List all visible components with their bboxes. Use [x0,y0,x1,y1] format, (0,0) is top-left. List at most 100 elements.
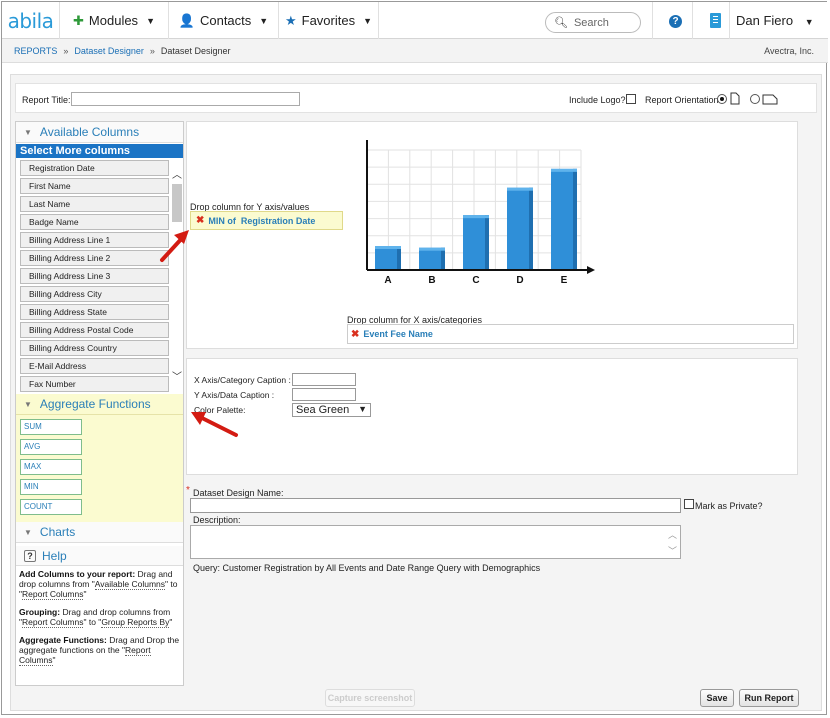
breadcrumb-current: Dataset Designer [160,45,231,56]
puzzle-icon: ✚ [73,12,84,28]
chevron-down-icon: ▼ [146,15,155,26]
person-icon: 👤 [178,12,195,28]
aggregate-functions-area: ▼ Aggregate Functions SUM AVG MAX MIN CO… [16,394,183,522]
column-item[interactable]: Billing Address Country [20,340,169,356]
orientation-label: Report Orientation: [645,95,722,105]
scroll-down-arrow-icon[interactable]: ﹀ [668,544,677,557]
breadcrumb-separator: » [63,45,69,56]
aggregate-avg[interactable]: AVG [20,439,82,455]
portrait-page-icon [730,92,740,105]
help-icon[interactable]: ? [669,15,682,28]
column-item[interactable]: First Name [20,178,169,194]
portrait-radio[interactable] [717,94,727,104]
scrollbar-thumb[interactable] [172,184,182,222]
columns-scrollbar[interactable]: ︿ ﹀ [171,158,183,394]
y-axis-drop-zone[interactable]: ✖ MIN of Registration Date [190,211,343,230]
chevron-down-icon: ▼ [804,17,814,27]
breadcrumb-reports[interactable]: REPORTS [14,46,57,56]
run-report-button[interactable]: Run Report [739,689,799,707]
chart-bar-shade [529,187,533,270]
search-input[interactable]: 🔍︎ Search [545,12,641,33]
y-axis-caption-input[interactable] [292,388,356,401]
chevron-down-icon: ▼ [363,15,373,26]
aggregate-functions-header[interactable]: ▼ Aggregate Functions [16,394,183,415]
capture-screenshot-button[interactable]: Capture screenshot [325,689,415,707]
available-columns-list: Registration Date First Name Last Name B… [16,158,183,394]
help-header[interactable]: ? Help [16,546,183,566]
help-bold: Add Columns to your report: [19,569,136,579]
annotation-arrow-icon [160,230,189,262]
chart-preview: A B C D E [366,140,595,286]
aggregate-sum[interactable]: SUM [20,419,82,435]
y-axis-column: Registration Date [240,215,316,226]
help-link: Available Columns [94,579,166,590]
chart-bar-shade [441,247,445,270]
query-description: Query: Customer Registration by All Even… [193,563,541,573]
required-marker: * [186,485,190,496]
chart-bar-shade [573,168,577,270]
dataset-name-input[interactable] [190,498,681,513]
x-axis-caption-input[interactable] [292,373,356,386]
mark-private-label: Mark as Private? [695,501,763,511]
report-title-bar: Report Title: Include Logo? Report Orien… [15,83,817,113]
user-name: Dan Fiero [736,13,794,28]
landscape-page-icon [762,94,778,105]
x-axis-column: Event Fee Name [363,329,433,339]
scroll-up-arrow-icon[interactable]: ︿ [668,528,677,541]
remove-icon[interactable]: ✖ [351,329,359,340]
left-panel: ▼ Available Columns Select More columns … [15,121,184,686]
nav-divider [652,2,653,39]
column-item[interactable]: Billing Address Line 1 [20,232,169,248]
remove-icon[interactable]: ✖ [196,215,204,226]
x-tick-label: D [516,275,523,286]
save-button[interactable]: Save [700,689,734,707]
help-text: " [169,617,173,627]
include-logo-checkbox[interactable] [626,94,636,104]
charts-header[interactable]: ▼ Charts [16,522,183,543]
column-item[interactable]: Registration Date [20,160,169,176]
top-nav: abila ✚ Modules ▼ 👤 Contacts ▼ ★ Favorit… [2,2,828,39]
star-icon: ★ [284,12,297,28]
aggregate-min[interactable]: MIN [20,479,82,495]
column-item[interactable]: Billing Address Postal Code [20,322,169,338]
abila-logo[interactable]: abila [2,2,60,39]
mark-private-checkbox[interactable] [684,499,694,509]
breadcrumb: REPORTS » Dataset Designer » Dataset Des… [2,39,828,63]
scroll-up-arrow-icon[interactable]: ︿ [172,166,182,181]
select-more-columns-link[interactable]: Select More columns [16,144,183,158]
aggregate-count[interactable]: COUNT [20,499,82,515]
favorites-menu[interactable]: ★ Favorites ▼ [279,2,379,39]
scroll-down-arrow-icon[interactable]: ﹀ [172,368,182,383]
chart-bar-top [463,215,489,219]
help-bold: Aggregate Functions: [19,635,107,645]
x-axis-drop-zone[interactable]: ✖ Event Fee Name [347,324,794,344]
favorites-label: Favorites [301,13,356,28]
charts-title: Charts [39,525,76,539]
landscape-radio[interactable] [750,94,760,104]
chart-panel: Drop column for Y axis/values ✖ MIN of R… [186,121,798,349]
column-item[interactable]: Billing Address State [20,304,169,320]
available-columns-header[interactable]: ▼ Available Columns [16,122,183,143]
aggregate-max[interactable]: MAX [20,459,82,475]
aggregate-functions-title: Aggregate Functions [39,397,151,411]
contacts-menu[interactable]: 👤 Contacts ▼ [169,2,279,39]
report-title-input[interactable] [71,92,300,106]
modules-menu[interactable]: ✚ Modules ▼ [60,2,169,39]
column-item[interactable]: Billing Address Line 3 [20,268,169,284]
description-textarea[interactable]: ︿ ﹀ [190,525,681,559]
color-palette-select[interactable]: Sea Green ▼ [292,403,371,417]
column-item[interactable]: E-Mail Address [20,358,169,374]
column-item[interactable]: Badge Name [20,214,169,230]
column-item[interactable]: Fax Number [20,376,169,392]
user-menu[interactable]: Dan Fiero ▼ [736,13,814,28]
help-text: " [83,589,87,599]
column-item[interactable]: Billing Address City [20,286,169,302]
column-item[interactable]: Billing Address Line 2 [20,250,169,266]
x-tick-label: B [428,275,435,286]
designer-content: Report Title: Include Logo? Report Orien… [10,74,822,711]
description-label: Description: [193,515,241,525]
building-icon[interactable] [710,13,721,28]
column-item[interactable]: Last Name [20,196,169,212]
available-columns-title: Available Columns [39,125,140,139]
breadcrumb-dataset-designer[interactable]: Dataset Designer [74,46,144,56]
